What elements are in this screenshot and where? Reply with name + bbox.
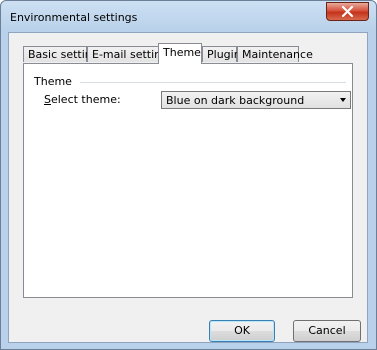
close-button[interactable]	[326, 2, 369, 21]
ok-button[interactable]: OK	[209, 320, 275, 342]
dialog-client-area: Basic settings E-mail settings Theme Plu…	[8, 32, 368, 343]
tab-plugin[interactable]: Plugin	[202, 46, 241, 62]
title-bar[interactable]: Environmental settings	[1, 1, 376, 31]
theme-select-value: Blue on dark background	[166, 94, 305, 107]
chevron-down-icon	[340, 98, 346, 102]
dialog-window: Environmental settings Basic settings E-…	[0, 0, 377, 350]
tab-email-settings[interactable]: E-mail settings	[87, 46, 174, 62]
select-theme-label-text: elect theme:	[50, 93, 121, 106]
theme-group-label: Theme	[34, 75, 77, 88]
select-theme-label-accelerator: S	[44, 93, 51, 106]
select-theme-label: Select theme:	[44, 93, 121, 106]
cancel-button[interactable]: Cancel	[293, 320, 361, 342]
group-divider	[80, 82, 346, 83]
window-title: Environmental settings	[10, 11, 138, 24]
theme-tab-panel: Theme Select theme: Blue on dark backgro…	[23, 63, 353, 298]
tab-maintenance[interactable]: Maintenance	[237, 46, 313, 62]
close-icon	[341, 6, 354, 17]
tab-theme[interactable]: Theme	[158, 43, 202, 64]
theme-select[interactable]: Blue on dark background	[161, 91, 351, 109]
tab-basic-settings[interactable]: Basic settings	[23, 46, 104, 62]
